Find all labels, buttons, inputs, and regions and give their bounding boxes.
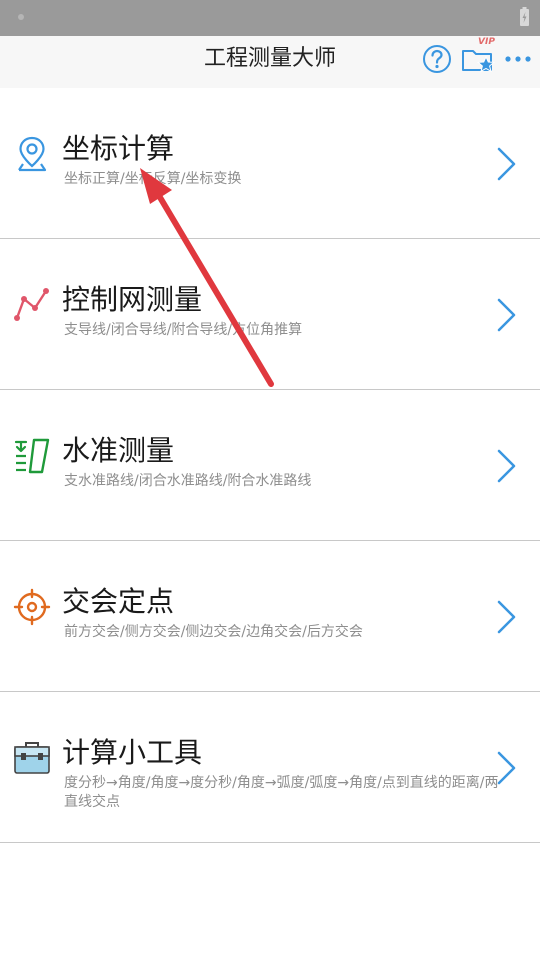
notification-dot-icon [18, 14, 24, 20]
menu-item-title: 坐标计算 [62, 132, 175, 165]
battery-charging-icon [520, 7, 529, 26]
menu-list: 坐标计算 坐标正算/坐标反算/坐标变换 控制网测量 支导线/闭合导线/附合导线/… [0, 88, 540, 843]
chevron-right-icon [497, 298, 516, 332]
crosshair-target-icon [13, 588, 51, 626]
chevron-right-icon [497, 600, 516, 634]
chevron-right-icon [497, 751, 516, 785]
menu-item-coordinate-calc[interactable]: 坐标计算 坐标正算/坐标反算/坐标变换 [0, 88, 540, 239]
menu-item-subtitle: 支导线/闭合导线/附合导线/方位角推算 [64, 322, 303, 338]
more-options-button[interactable] [502, 43, 534, 75]
menu-item-leveling[interactable]: 水准测量 支水准路线/闭合水准路线/附合水准路线 [0, 390, 540, 541]
leveling-staff-icon [14, 438, 50, 474]
app-title: 工程测量大师 [203, 46, 336, 71]
menu-item-control-network[interactable]: 控制网测量 支导线/闭合导线/附合导线/方位角推算 [0, 239, 540, 390]
vip-badge: VIP [478, 37, 495, 47]
vip-favorites-button[interactable]: VIP [460, 37, 498, 75]
chevron-right-icon [497, 449, 516, 483]
status-bar [0, 0, 540, 36]
menu-item-subtitle: 支水准路线/闭合水准路线/附合水准路线 [64, 473, 312, 489]
traverse-line-icon [14, 288, 49, 321]
menu-item-title: 交会定点 [62, 585, 175, 618]
menu-item-title: 控制网测量 [62, 283, 203, 316]
help-button[interactable] [421, 43, 453, 75]
menu-item-title: 水准测量 [62, 434, 175, 467]
menu-item-intersection[interactable]: 交会定点 前方交会/侧方交会/侧边交会/边角交会/后方交会 [0, 541, 540, 692]
chevron-right-icon [497, 147, 516, 181]
toolbox-icon [14, 742, 50, 774]
menu-item-subtitle: 前方交会/侧方交会/侧边交会/边角交会/后方交会 [64, 624, 363, 640]
more-horizontal-icon [505, 56, 531, 62]
menu-item-subtitle: 坐标正算/坐标反算/坐标变换 [64, 171, 242, 187]
app-header: 工程测量大师 VIP [0, 36, 540, 88]
menu-item-calc-tools[interactable]: 计算小工具 度分秒→角度/角度→度分秒/角度→弧度/弧度→角度/点到直线的距离/… [0, 692, 540, 843]
folder-star-icon [462, 50, 496, 73]
location-pin-icon [18, 136, 47, 172]
menu-item-title: 计算小工具 [62, 736, 203, 769]
help-circle-icon [423, 45, 451, 73]
menu-item-subtitle: 度分秒→角度/角度→度分秒/角度→弧度/弧度→角度/点到直线的距离/两直线交点 [64, 775, 499, 810]
